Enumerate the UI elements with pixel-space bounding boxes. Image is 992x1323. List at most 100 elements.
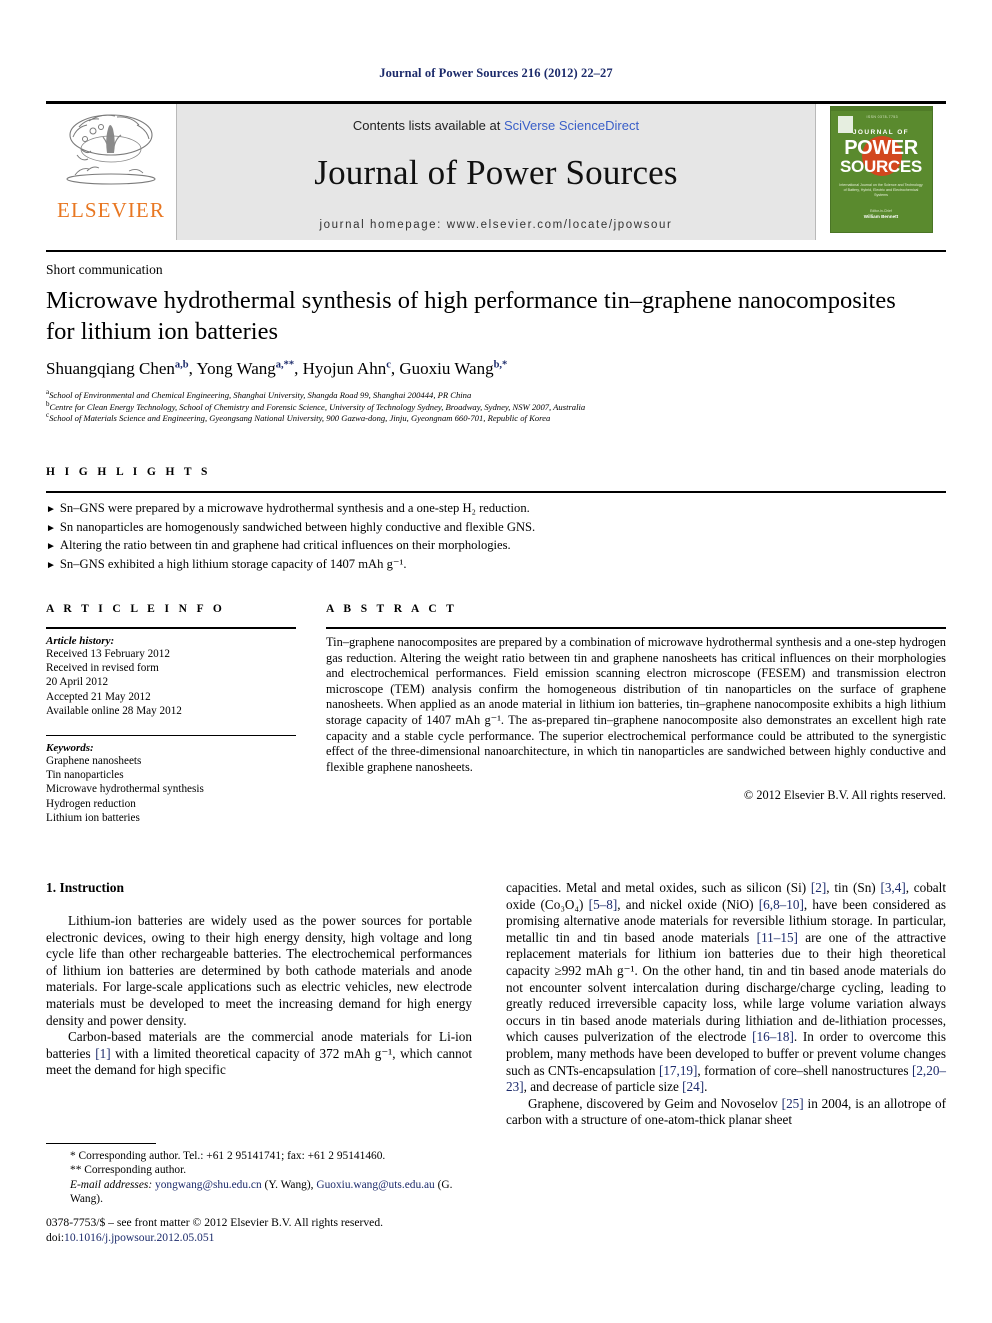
intro-paragraph-3: capacities. Metal and metal oxides, such… [506,880,946,1096]
author-2-affil-mark: a,** [275,359,295,371]
cover-editor-name: William Bennett [863,214,899,219]
imprint-block: 0378-7753/$ – see front matter © 2012 El… [46,1216,486,1245]
keywords-heading: Keywords: [46,742,94,755]
citation-ref[interactable]: [17,19] [659,1063,697,1078]
issn-front-matter: 0378-7753/$ – see front matter © 2012 El… [46,1216,384,1229]
abstract-copyright: © 2012 Elsevier B.V. All rights reserved… [743,788,946,803]
abstract-section: A B S T R A C T Tin–graphene nanocomposi… [326,603,946,803]
article-info-heading: A R T I C L E I N F O [46,603,226,615]
elsevier-logo-block: ELSEVIER [46,104,177,240]
history-line: Accepted 21 May 2012 [46,690,151,703]
keyword-item: Microwave hydrothermal synthesis [46,783,204,796]
body-text-run: Graphene, discovered by Geim and Novosel… [528,1095,782,1111]
journal-masthead: ELSEVIER Contents lists available at Sci… [46,101,946,240]
bullet-triangle-icon: ► [46,522,56,534]
body-text-run: capacities. Metal and metal oxides, such… [506,880,811,895]
author-1-affil-mark: a,b [174,359,189,371]
keyword-item: Graphene nanosheets [46,755,142,768]
citation-ref[interactable]: [2] [811,880,826,895]
footnote-emails: E-mail addresses: yongwang@shu.edu.cn (Y… [46,1178,476,1207]
citation-ref[interactable]: [24] [682,1079,704,1094]
keyword-item: Tin nanoparticles [46,769,124,782]
email-link-2[interactable]: Guoxiu.wang@uts.edu.au [316,1179,434,1191]
body-text-run: , and decrease of particle size [523,1079,683,1095]
abstract-text: Tin–graphene nanocomposites are prepared… [326,635,946,774]
history-line: 20 April 2012 [46,676,109,689]
history-line: Received in revised form [46,662,159,675]
footnote-corresponding-2: ** Corresponding author. [70,1164,187,1177]
abstract-heading: A B S T R A C T [326,603,458,615]
citation-ref[interactable]: [25] [782,1096,804,1111]
cover-editor-label: Editor-in-Chief [870,209,892,213]
highlight-item: ► Sn–GNS were prepared by a microwave hyd… [46,501,530,515]
email-addresses-label: E-mail addresses: [70,1178,153,1191]
article-info-rule [46,627,296,629]
keywords-rule [46,735,296,737]
footnotes-block: * Corresponding author. Tel.: +61 2 9514… [46,1143,476,1207]
citation-ref[interactable]: [3,4] [880,880,905,895]
intro-paragraph-2: Carbon-based materials are the commercia… [46,1029,472,1078]
body-text-run: , tin (Sn) [826,880,881,895]
masthead-center: Contents lists available at SciVerse Sci… [177,104,815,240]
affiliation-c: cSchool of Materials Science and Enginee… [46,411,551,424]
intro-paragraph-4: Graphene, discovered by Geim and Novosel… [506,1096,946,1129]
citation-ref[interactable]: [16–18] [752,1029,794,1044]
article-title: Microwave hydrothermal synthesis of high… [46,287,896,345]
citation-ref[interactable]: [6,8–10] [759,897,804,912]
email-owner-1: (Y. Wang), [264,1178,314,1191]
intro-paragraph-1: Lithium-ion batteries are widely used as… [46,913,472,1028]
affiliation-list: aSchool of Environmental and Chemical En… [46,388,936,425]
cover-subtitle: International Journal on the Science and… [839,183,923,197]
history-line: Available online 28 May 2012 [46,704,182,717]
bullet-triangle-icon: ► [46,541,56,552]
elsevier-wordmark: ELSEVIER [57,198,165,222]
article-history-heading: Article history: [46,635,115,647]
article-type-label: Short communication [46,262,163,277]
cover-issn-text: ISSN 0378-7753 [866,115,898,119]
sciencedirect-link[interactable]: SciVerse ScienceDirect [504,118,639,133]
affiliation-a: aSchool of Environmental and Chemical En… [46,388,472,400]
cover-word-power: POWER [844,137,918,159]
citation-ref[interactable]: [11–15] [757,930,798,945]
email-link-1[interactable]: yongwang@shu.edu.cn [155,1179,262,1191]
footnote-corresponding-1: * Corresponding author. Tel.: +61 2 9514… [70,1150,386,1162]
author-2: Yong Wanga,** [196,359,295,378]
elsevier-tree-icon [66,114,156,185]
bullet-triangle-icon: ► [46,504,56,515]
author-list: Shuangqiang Chena,b, Yong Wanga,**, Hyoj… [46,359,508,378]
keyword-item: Hydrogen reduction [46,797,136,810]
body-text-run: are one of the attractive replacement ma… [506,929,946,1045]
author-4-affil-mark: b,* [493,359,508,371]
keyword-item: Lithium ion batteries [46,811,140,824]
body-text-run: , and nickel oxide (NiO) [617,896,759,912]
cover-word-sources: SOURCES [840,157,922,176]
highlight-item: ► Altering the ratio between tin and grap… [46,538,511,552]
journal-cover-block: ISSN 0378-7753 JOURNAL OF POWER SOURCES … [815,104,946,240]
citation-ref[interactable]: [5–8] [589,897,618,912]
citation-ref[interactable]: [1] [95,1046,110,1061]
history-line: Received 13 February 2012 [46,648,170,660]
running-head: Journal of Power Sources 216 (2012) 22–2… [379,66,613,80]
author-3: Hyojun Ahnc [302,359,391,378]
bullet-triangle-icon: ► [46,559,56,571]
highlights-section: H I G H L I G H T S ► Sn–GNS were prepare… [46,466,946,574]
body-text-run: . [704,1079,708,1095]
author-1: Shuangqiang Chena,b [46,359,189,378]
footnote-rule [46,1143,156,1144]
body-column-right: capacities. Metal and metal oxides, such… [506,880,946,1129]
contents-available-line: Contents lists available at SciVerse Sci… [353,118,639,133]
journal-homepage-link[interactable]: journal homepage: www.elsevier.com/locat… [320,219,673,231]
doi-link[interactable]: 10.1016/j.jpowsour.2012.05.051 [64,1231,214,1244]
abstract-rule [326,627,946,629]
author-4: Guoxiu Wangb,* [399,359,508,378]
highlight-item: ► Sn nanoparticles are homogenously sandw… [46,519,536,534]
cover-journal-of: JOURNAL OF [852,129,910,136]
doi-line: doi:10.1016/j.jpowsour.2012.05.051 [46,1231,486,1246]
highlights-rule [46,491,946,493]
section-heading-introduction: 1. Instruction [46,880,125,895]
masthead-bottom-rule [46,250,946,252]
doi-label: doi: [46,1230,65,1244]
affiliation-b: bCentre for Clean Energy Technology, Sch… [46,399,586,412]
journal-article-page: Journal of Power Sources 216 (2012) 22–2… [0,0,992,1323]
article-info-section: A R T I C L E I N F O Article history: R… [46,603,296,825]
